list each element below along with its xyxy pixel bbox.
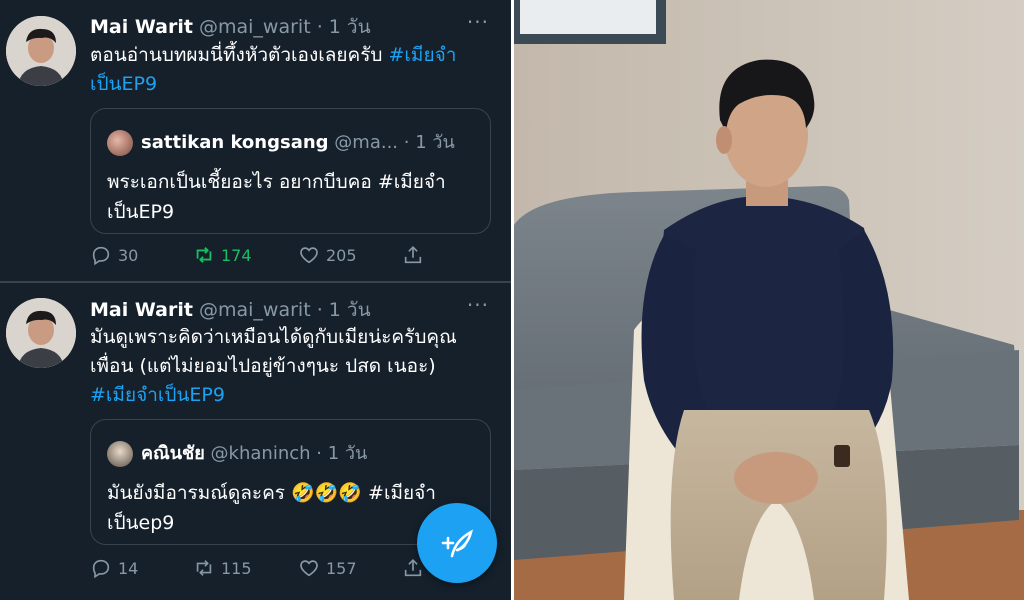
avatar — [107, 441, 133, 467]
share-button[interactable] — [402, 244, 424, 266]
like-icon — [300, 560, 318, 577]
retweet-icon — [196, 560, 212, 576]
reply-icon — [92, 559, 110, 579]
quote-text-line: มันยังมีอารมณ์ดูละคร 🤣🤣🤣 — [107, 482, 369, 504]
timestamp[interactable]: · 1 วัน — [317, 16, 371, 38]
quote-text: พระเอกเป็นเชี้ยอะไร อยากบีบคอ #เมียจำ เป… — [107, 167, 479, 227]
retweet-count: 174 — [221, 245, 252, 265]
like-button[interactable]: 205 — [298, 244, 357, 266]
avatar — [107, 130, 133, 156]
quote-timestamp: · 1 วัน — [403, 132, 455, 153]
man-seated-photo — [514, 0, 1024, 600]
quote-author-handle: @ma... — [334, 132, 399, 153]
avatar[interactable] — [6, 16, 76, 86]
more-icon[interactable]: ··· — [467, 293, 489, 317]
retweet-button[interactable]: 174 — [193, 244, 252, 266]
like-count: 157 — [326, 558, 357, 578]
photo-panel — [514, 0, 1024, 600]
tweet[interactable]: Mai Warit @mai_warit · 1 วัน ··· ตอนอ่าน… — [0, 0, 511, 280]
avatar[interactable] — [6, 298, 76, 368]
like-count: 205 — [326, 245, 357, 265]
compose-tweet-icon — [441, 529, 473, 558]
tweet-actions: 30 174 205 — [90, 244, 500, 270]
hashtag-link[interactable]: #เมียจำ — [389, 44, 457, 66]
more-icon[interactable]: ··· — [467, 10, 489, 34]
timestamp[interactable]: · 1 วัน — [317, 299, 371, 321]
quoted-tweet[interactable]: sattikan kongsang @ma... · 1 วัน พระเอกเ… — [90, 108, 491, 234]
tweet-text-line: ตอนอ่านบทผมนี่ทึ้งหัวตัวเองเลยครับ — [90, 44, 389, 66]
reply-button[interactable]: 30 — [90, 244, 138, 266]
quote-author-handle: @khaninch — [210, 443, 311, 464]
tweet-text-line: เพื่อน (แต่ไม่ยอมไปอยู่ข้างๆนะ ปสด เนอะ) — [90, 355, 436, 377]
reply-count: 30 — [118, 245, 139, 265]
reply-count: 14 — [118, 558, 139, 578]
share-icon — [404, 246, 422, 264]
reply-button[interactable]: 14 — [90, 557, 138, 579]
author-name[interactable]: Mai Warit — [90, 16, 193, 38]
retweet-button[interactable]: 115 — [193, 557, 252, 579]
reply-icon — [92, 246, 110, 266]
retweet-icon — [196, 247, 212, 263]
like-button[interactable]: 157 — [298, 557, 357, 579]
quote-author-name: คณินชัย — [141, 443, 205, 464]
quote-hashtag: #เมียจำ — [377, 171, 446, 193]
quote-header: คณินชัย @khaninch · 1 วัน — [107, 438, 367, 467]
retweet-count: 115 — [221, 558, 252, 578]
author-handle[interactable]: @mai_warit — [199, 299, 311, 321]
tweet-text-line: มันดูเพราะคิดว่าเหมือนได้ดูกับเมียน่ะครั… — [90, 326, 457, 348]
tweet-header: Mai Warit @mai_warit · 1 วัน — [90, 12, 371, 42]
quote-hashtag: #เมียจำ — [368, 482, 436, 504]
quote-author-name: sattikan kongsang — [141, 132, 329, 153]
tweet-text: ตอนอ่านบทผมนี่ทึ้งหัวตัวเองเลยครับ #เมีย… — [90, 41, 490, 99]
hashtag-link[interactable]: เป็นEP9 — [90, 73, 157, 95]
quote-text-line: เป็นEP9 — [107, 201, 175, 223]
tweet-header: Mai Warit @mai_warit · 1 วัน — [90, 295, 371, 325]
hashtag-link[interactable]: #เมียจำเป็นEP9 — [90, 384, 225, 406]
quote-header: sattikan kongsang @ma... · 1 วัน — [107, 127, 455, 156]
compose-tweet-button[interactable] — [417, 503, 497, 583]
quote-text-line: พระเอกเป็นเชี้ยอะไร อยากบีบคอ — [107, 171, 378, 193]
tweet-text: มันดูเพราะคิดว่าเหมือนได้ดูกับเมียน่ะครั… — [90, 323, 490, 410]
twitter-thread-panel: Mai Warit @mai_warit · 1 วัน ··· ตอนอ่าน… — [0, 0, 511, 600]
author-handle[interactable]: @mai_warit — [199, 16, 311, 38]
quote-timestamp: · 1 วัน — [316, 443, 368, 464]
like-icon — [300, 247, 318, 264]
quote-text-line: เป็นep9 — [107, 512, 175, 534]
author-name[interactable]: Mai Warit — [90, 299, 193, 321]
